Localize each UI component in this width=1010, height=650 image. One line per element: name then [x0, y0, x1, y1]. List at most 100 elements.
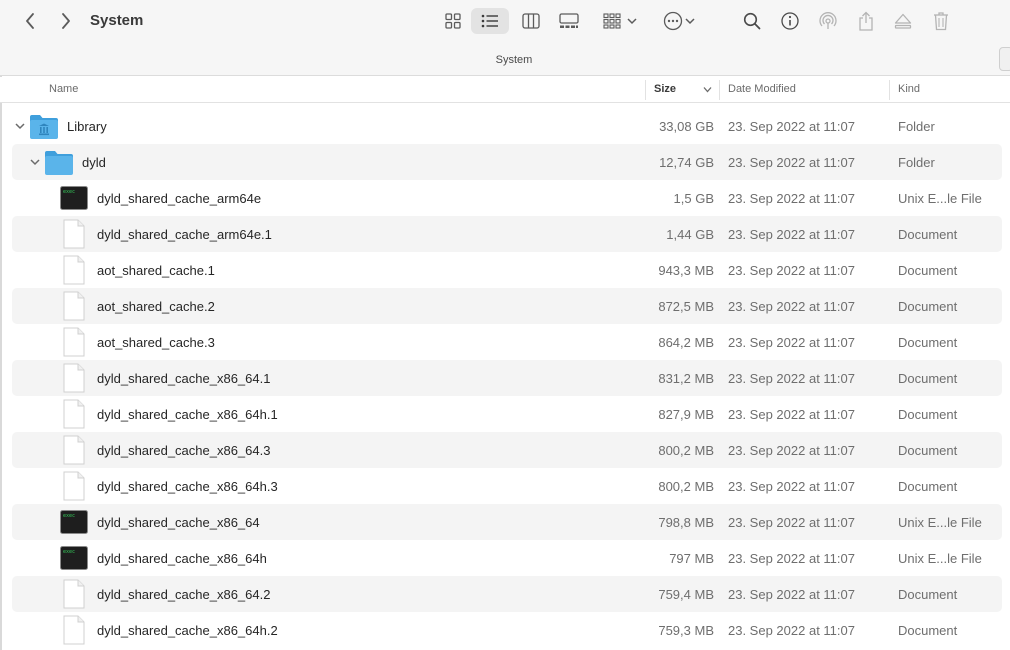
file-row[interactable]: Library 33,08 GB 23. Sep 2022 at 11:07 Fold… [12, 108, 1002, 144]
file-name: dyld_shared_cache_x86_64h.2 [97, 623, 278, 638]
file-date-modified: 23. Sep 2022 at 11:07 [728, 299, 855, 314]
file-name: dyld_shared_cache_x86_64.3 [97, 443, 271, 458]
file-size: 800,2 MB [658, 443, 714, 458]
file-name: dyld [82, 155, 106, 170]
column-header-row: Name Size Date Modified Kind [0, 77, 1010, 103]
document-icon [62, 435, 86, 468]
file-kind: Unix E...le File [898, 515, 982, 530]
document-icon [62, 615, 86, 648]
file-name: aot_shared_cache.1 [97, 263, 215, 278]
file-size: 800,2 MB [658, 479, 714, 494]
file-kind: Document [898, 299, 958, 314]
file-row[interactable]: dyld_shared_cache_x86_64h.3 800,2 MB 23. S… [12, 468, 1002, 504]
more-actions-button[interactable] [659, 8, 699, 34]
forward-button[interactable] [55, 10, 77, 32]
columns-icon [522, 13, 540, 29]
tab-bar-edge[interactable] [999, 47, 1010, 71]
file-name: dyld_shared_cache_x86_64h.3 [97, 479, 278, 494]
group-grid-icon [603, 13, 621, 29]
column-header-date-modified[interactable]: Date Modified [728, 83, 796, 95]
file-date-modified: 23. Sep 2022 at 11:07 [728, 587, 855, 602]
column-header-name[interactable]: Name [49, 83, 78, 95]
file-kind: Unix E...le File [898, 191, 982, 206]
file-row[interactable]: dyld_shared_cache_x86_64.1 831,2 MB 23. Se… [12, 360, 1002, 396]
svg-text:exec: exec [63, 549, 75, 555]
search-button[interactable] [740, 8, 764, 34]
trash-icon [934, 12, 948, 31]
chevron-down-icon [685, 18, 695, 25]
get-info-button[interactable] [778, 8, 802, 34]
file-kind: Folder [898, 155, 935, 170]
file-row[interactable]: dyld_shared_cache_x86_64h.1 827,9 MB 23. S… [12, 396, 1002, 432]
folder-icon [44, 148, 74, 179]
column-divider[interactable] [889, 80, 890, 100]
terminal-exec-icon: exec [60, 510, 88, 537]
column-view-button[interactable] [518, 8, 544, 34]
delete-button[interactable] [929, 8, 953, 34]
file-name: dyld_shared_cache_x86_64.2 [97, 587, 271, 602]
document-icon [62, 471, 86, 504]
info-icon [781, 12, 799, 30]
list-view-button[interactable] [471, 8, 509, 34]
gallery-icon [559, 13, 579, 28]
disclosure-chevron-down-icon[interactable] [14, 120, 26, 132]
file-row[interactable]: exec dyld_shared_cache_x86_64h 797 MB 23. S… [12, 540, 1002, 576]
icon-view-button[interactable] [441, 8, 465, 34]
file-kind: Unix E...le File [898, 551, 982, 566]
chevron-down-icon [627, 18, 637, 25]
file-size: 1,44 GB [666, 227, 714, 242]
column-divider[interactable] [719, 80, 720, 100]
file-size: 798,8 MB [658, 515, 714, 530]
file-row[interactable]: dyld_shared_cache_x86_64.3 800,2 MB 23. Se… [12, 432, 1002, 468]
file-row[interactable]: aot_shared_cache.3 864,2 MB 23. Sep 2022 a… [12, 324, 1002, 360]
column-header-size[interactable]: Size [654, 83, 676, 95]
path-bar: System [0, 42, 1010, 76]
airdrop-button[interactable] [816, 8, 840, 34]
column-header-kind[interactable]: Kind [898, 83, 920, 95]
search-icon [743, 12, 761, 30]
file-row[interactable]: dyld_shared_cache_x86_64h.2 759,3 MB 23. S… [12, 612, 1002, 648]
path-label: System [495, 54, 533, 66]
eject-button[interactable] [891, 8, 915, 34]
file-row[interactable]: aot_shared_cache.2 872,5 MB 23. Sep 2022 a… [12, 288, 1002, 324]
file-row[interactable]: exec dyld_shared_cache_arm64e 1,5 GB 23. Se… [12, 180, 1002, 216]
gallery-view-button[interactable] [556, 8, 582, 34]
file-size: 33,08 GB [659, 119, 714, 134]
file-size: 759,4 MB [658, 587, 714, 602]
toolbar: System [0, 0, 1010, 42]
file-size: 797 MB [669, 551, 714, 566]
file-date-modified: 23. Sep 2022 at 11:07 [728, 551, 855, 566]
column-divider[interactable] [645, 80, 646, 100]
chevron-right-icon [62, 13, 70, 29]
folder-library-icon [29, 112, 59, 143]
file-kind: Document [898, 407, 958, 422]
group-by-button[interactable] [600, 8, 640, 34]
file-row[interactable]: dyld_shared_cache_x86_64.2 759,4 MB 23. Se… [12, 576, 1002, 612]
file-name: aot_shared_cache.2 [97, 299, 215, 314]
file-name: dyld_shared_cache_x86_64 [97, 515, 260, 530]
terminal-exec-icon: exec [60, 186, 88, 213]
file-date-modified: 23. Sep 2022 at 11:07 [728, 623, 855, 638]
grid-icon [445, 13, 461, 29]
document-icon [62, 327, 86, 360]
file-row[interactable]: dyld_shared_cache_arm64e.1 1,44 GB 23. Sep… [12, 216, 1002, 252]
file-size: 831,2 MB [658, 371, 714, 386]
file-date-modified: 23. Sep 2022 at 11:07 [728, 479, 855, 494]
sort-descending-icon [703, 87, 712, 93]
file-name: dyld_shared_cache_x86_64.1 [97, 371, 271, 386]
file-name: Library [67, 119, 107, 134]
file-name: aot_shared_cache.3 [97, 335, 215, 350]
document-icon [62, 291, 86, 324]
file-row[interactable]: dyld 12,74 GB 23. Sep 2022 at 11:07 Folder [12, 144, 1002, 180]
back-button[interactable] [19, 10, 41, 32]
disclosure-chevron-down-icon[interactable] [29, 156, 41, 168]
file-date-modified: 23. Sep 2022 at 11:07 [728, 119, 855, 134]
file-row[interactable]: aot_shared_cache.1 943,3 MB 23. Sep 2022 a… [12, 252, 1002, 288]
file-date-modified: 23. Sep 2022 at 11:07 [728, 227, 855, 242]
file-kind: Folder [898, 119, 935, 134]
document-icon [62, 255, 86, 288]
ellipsis-circle-icon [663, 11, 683, 31]
file-size: 864,2 MB [658, 335, 714, 350]
share-button[interactable] [854, 8, 878, 34]
file-row[interactable]: exec dyld_shared_cache_x86_64 798,8 MB 23. … [12, 504, 1002, 540]
